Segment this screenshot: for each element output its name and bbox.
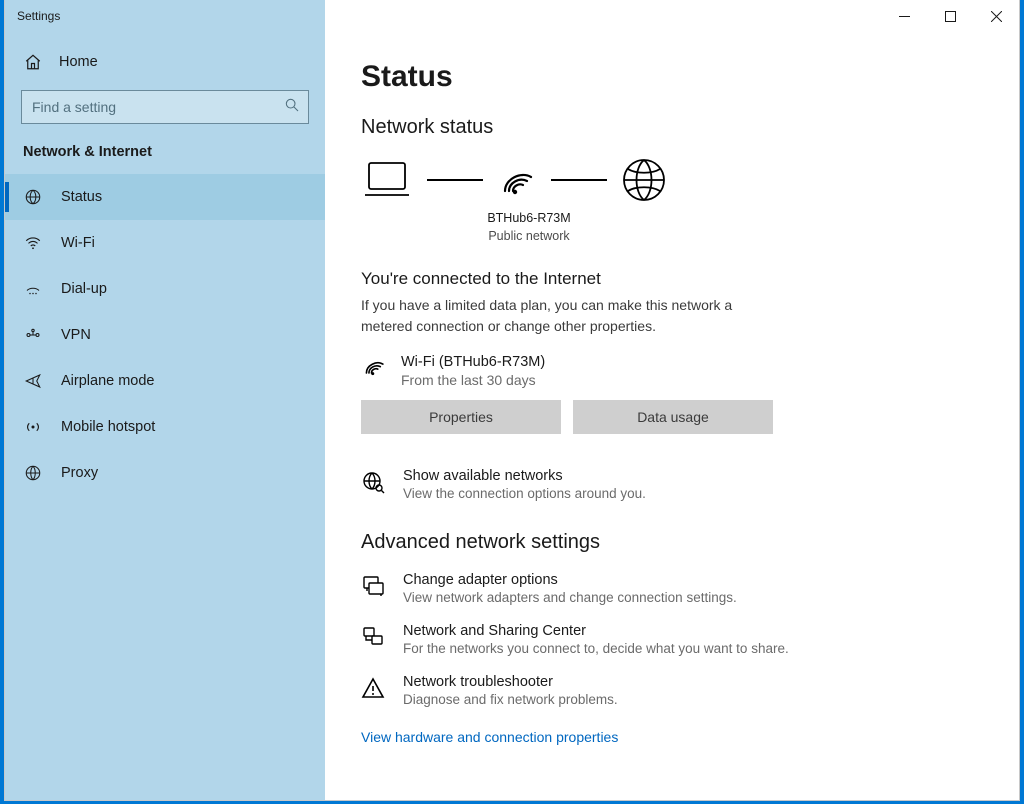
wifi-signal-icon (497, 161, 537, 199)
window-title: Settings (17, 9, 60, 23)
diagram-network-type: Public network (445, 227, 613, 245)
sharing-title: Network and Sharing Center (403, 623, 789, 639)
search-input[interactable] (32, 99, 284, 115)
titlebar[interactable]: Settings (5, 0, 1019, 32)
diagram-ssid: BTHub6-R73M (445, 209, 613, 227)
data-usage-button[interactable]: Data usage (573, 400, 773, 434)
connected-desc: If you have a limited data plan, you can… (361, 295, 741, 336)
window-controls (881, 0, 1019, 32)
diagram-line (427, 179, 483, 181)
sidebar-item-status[interactable]: Status (5, 174, 325, 220)
sidebar-item-hotspot[interactable]: Mobile hotspot (5, 404, 325, 450)
dialup-icon (23, 279, 43, 299)
search-wrap (5, 82, 325, 138)
connection-period: From the last 30 days (401, 372, 545, 388)
adapter-desc: View network adapters and change connect… (403, 590, 737, 605)
home-icon (23, 52, 43, 72)
hardware-properties-link[interactable]: View hardware and connection properties (361, 729, 618, 745)
sidebar-item-label: Wi-Fi (61, 235, 95, 251)
globe-grid-icon (23, 187, 43, 207)
available-title: Show available networks (403, 468, 646, 484)
sidebar-item-vpn[interactable]: VPN (5, 312, 325, 358)
troubleshoot-desc: Diagnose and fix network problems. (403, 692, 618, 707)
maximize-button[interactable] (927, 0, 973, 32)
sharing-desc: For the networks you connect to, decide … (403, 641, 789, 656)
connection-list-item[interactable]: Wi-Fi (BTHub6-R73M) From the last 30 day… (361, 354, 983, 388)
wifi-icon (23, 233, 43, 253)
vpn-icon (23, 325, 43, 345)
sidebar: Home Network & Internet Status (5, 32, 325, 800)
hotspot-icon (23, 417, 43, 437)
sidebar-category-title: Network & Internet (5, 138, 325, 174)
sidebar-nav: Status Wi-Fi Dial-up (5, 174, 325, 496)
main-content: Status Network status BTHub6-R73M Public… (325, 32, 1019, 800)
settings-window: Settings Home (5, 0, 1019, 800)
network-troubleshooter[interactable]: Network troubleshooter Diagnose and fix … (361, 674, 921, 707)
network-status-heading: Network status (361, 116, 983, 139)
warning-icon (361, 674, 387, 705)
sidebar-item-proxy[interactable]: Proxy (5, 450, 325, 496)
minimize-button[interactable] (881, 0, 927, 32)
properties-button[interactable]: Properties (361, 400, 561, 434)
sidebar-home[interactable]: Home (5, 42, 325, 82)
search-icon (284, 97, 300, 118)
adapter-icon (361, 572, 387, 603)
advanced-heading: Advanced network settings (361, 531, 983, 554)
sidebar-item-dialup[interactable]: Dial-up (5, 266, 325, 312)
change-adapter-options[interactable]: Change adapter options View network adap… (361, 572, 921, 605)
proxy-globe-icon (23, 463, 43, 483)
sidebar-item-label: Airplane mode (61, 373, 155, 389)
diagram-caption: BTHub6-R73M Public network (445, 209, 613, 245)
connection-name: Wi-Fi (BTHub6-R73M) (401, 354, 545, 370)
page-title: Status (361, 60, 983, 94)
sharing-icon (361, 623, 387, 654)
sidebar-item-label: VPN (61, 327, 91, 343)
sidebar-item-label: Status (61, 189, 102, 205)
sidebar-item-airplane[interactable]: Airplane mode (5, 358, 325, 404)
search-box[interactable] (21, 90, 309, 124)
laptop-icon (361, 159, 413, 201)
sidebar-item-label: Mobile hotspot (61, 419, 155, 435)
sidebar-item-label: Proxy (61, 465, 98, 481)
globe-icon (621, 157, 667, 203)
diagram-line (551, 179, 607, 181)
sidebar-item-label: Dial-up (61, 281, 107, 297)
troubleshoot-title: Network troubleshooter (403, 674, 618, 690)
connected-title: You're connected to the Internet (361, 269, 983, 289)
globe-search-icon (361, 468, 387, 499)
close-button[interactable] (973, 0, 1019, 32)
sidebar-item-wifi[interactable]: Wi-Fi (5, 220, 325, 266)
wifi-icon (361, 354, 387, 383)
network-diagram (361, 157, 983, 203)
show-available-networks[interactable]: Show available networks View the connect… (361, 468, 921, 501)
adapter-title: Change adapter options (403, 572, 737, 588)
sidebar-home-label: Home (59, 54, 98, 70)
airplane-icon (23, 371, 43, 391)
network-sharing-center[interactable]: Network and Sharing Center For the netwo… (361, 623, 921, 656)
available-desc: View the connection options around you. (403, 486, 646, 501)
